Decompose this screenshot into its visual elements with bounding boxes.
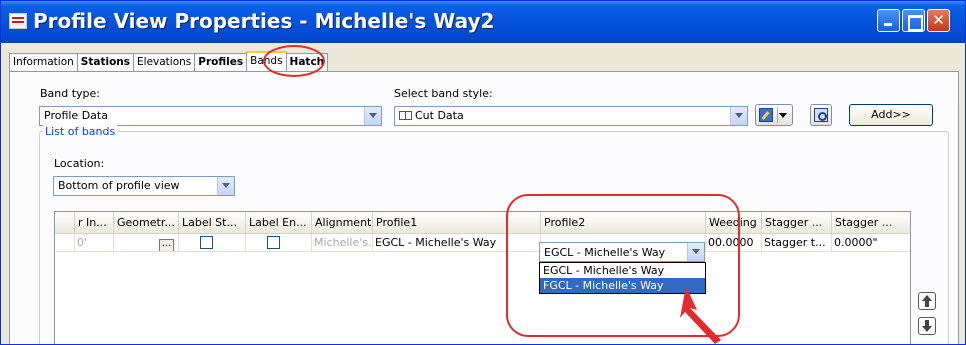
tab-bands[interactable]: Bands bbox=[246, 51, 287, 72]
label-end-checkbox[interactable] bbox=[267, 236, 280, 249]
magnifier-icon bbox=[814, 108, 828, 122]
title-bar[interactable]: Profile View Properties - Michelle's Way… bbox=[1, 1, 965, 43]
chevron-down-icon[interactable] bbox=[779, 113, 787, 118]
tab-profiles[interactable]: Profiles bbox=[194, 53, 248, 72]
band-style-value: Cut Data bbox=[415, 109, 464, 122]
chevron-down-icon[interactable] bbox=[217, 177, 234, 195]
move-up-button[interactable] bbox=[918, 292, 936, 310]
column-header[interactable]: Label St... bbox=[179, 212, 246, 234]
band-type-value: Profile Data bbox=[44, 109, 108, 122]
profile2-option-selected[interactable]: FGCL - Michelle's Way bbox=[540, 278, 705, 293]
split-divider bbox=[777, 107, 778, 123]
profile2-value: EGCL - Michelle's Way bbox=[544, 246, 666, 259]
column-header[interactable]: Alignment bbox=[312, 212, 373, 234]
chevron-down-icon[interactable] bbox=[364, 107, 381, 125]
profile2-option[interactable]: EGCL - Michelle's Way bbox=[540, 263, 705, 278]
move-down-button[interactable] bbox=[918, 317, 936, 335]
location-select[interactable]: Bottom of profile view bbox=[53, 176, 235, 196]
bands-grid: r In... Geometr... Label St... Label En.… bbox=[54, 211, 911, 344]
stagger-cell[interactable]: Stagger t... bbox=[762, 234, 832, 252]
column-header[interactable]: r In... bbox=[75, 212, 114, 234]
tab-hatch[interactable]: Hatch bbox=[285, 53, 329, 72]
preview-style-button[interactable] bbox=[810, 104, 832, 126]
location-label: Location: bbox=[54, 157, 105, 170]
minimize-button[interactable] bbox=[877, 9, 900, 32]
tab-strip: Information Stations Elevations Profiles Ban… bbox=[9, 51, 329, 72]
add-band-button[interactable]: Add>> bbox=[849, 104, 933, 126]
window-title: Profile View Properties - Michelle's Way… bbox=[33, 9, 495, 33]
band-style-select[interactable]: Cut Data bbox=[394, 106, 748, 126]
column-header[interactable]: Profile2 bbox=[541, 212, 706, 234]
label-end-cell[interactable] bbox=[246, 234, 312, 252]
label-start-checkbox[interactable] bbox=[200, 236, 213, 249]
tab-information[interactable]: Information bbox=[9, 53, 78, 72]
column-header[interactable]: Stagger ... bbox=[832, 212, 910, 234]
tab-elevations[interactable]: Elevations bbox=[133, 53, 196, 72]
maximize-button[interactable] bbox=[902, 9, 925, 32]
profile1-cell[interactable]: EGCL - Michelle's Way bbox=[373, 234, 541, 252]
r-in-cell[interactable]: 0' bbox=[75, 234, 114, 252]
alignment-cell[interactable]: Michelle's... bbox=[312, 234, 373, 252]
band-type-select[interactable]: Profile Data bbox=[39, 106, 382, 126]
close-button[interactable]: ✕ bbox=[927, 9, 950, 32]
column-header[interactable]: Weeding bbox=[706, 212, 762, 234]
ellipsis-button[interactable]: ... bbox=[159, 239, 174, 251]
chevron-down-icon[interactable] bbox=[730, 107, 747, 125]
profile2-dropdown[interactable]: EGCL - Michelle's Way bbox=[539, 242, 705, 262]
column-header[interactable]: Profile1 bbox=[373, 212, 541, 234]
column-header[interactable]: Label En... bbox=[246, 212, 312, 234]
geometry-cell[interactable]: ... bbox=[114, 234, 179, 252]
app-icon bbox=[9, 13, 27, 29]
location-value: Bottom of profile view bbox=[58, 179, 180, 192]
tab-stations[interactable]: Stations bbox=[76, 53, 135, 72]
row-header-column bbox=[55, 212, 75, 234]
list-of-bands-legend: List of bands bbox=[43, 125, 118, 138]
profile-view-properties-window: Profile View Properties - Michelle's Way… bbox=[0, 0, 966, 345]
row-selector[interactable] bbox=[55, 234, 75, 252]
band-style-icon bbox=[399, 111, 412, 120]
column-header[interactable]: Stagger ... bbox=[762, 212, 832, 234]
profile2-options-list: EGCL - Michelle's Way FGCL - Michelle's … bbox=[539, 262, 706, 294]
edit-pencil-icon bbox=[759, 108, 773, 122]
weeding-cell[interactable]: 00.0000 bbox=[706, 234, 762, 252]
edit-style-button[interactable] bbox=[755, 104, 793, 126]
chevron-down-icon[interactable] bbox=[687, 243, 704, 261]
label-start-cell[interactable] bbox=[179, 234, 246, 252]
column-header[interactable]: Geometr... bbox=[114, 212, 179, 234]
band-type-label: Band type: bbox=[40, 87, 101, 100]
band-style-label: Select band style: bbox=[394, 87, 493, 100]
stagger-value-cell[interactable]: 0.0000" bbox=[832, 234, 910, 252]
